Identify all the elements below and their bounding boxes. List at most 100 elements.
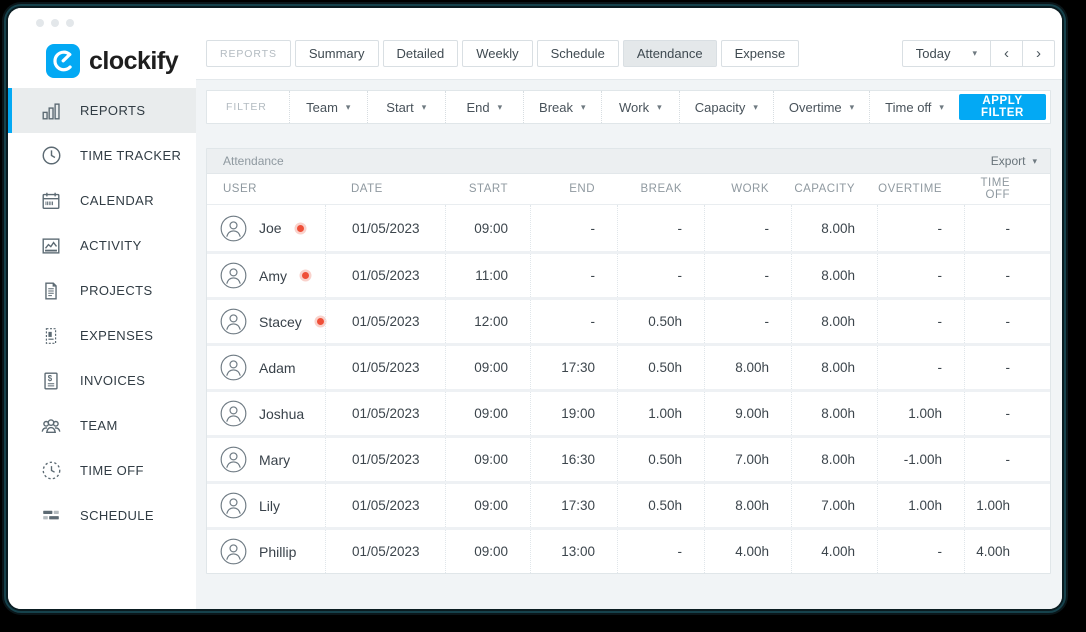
chevron-down-icon: ▾ (850, 102, 855, 113)
filter-capacity[interactable]: Capacity▾ (679, 91, 773, 123)
sidebar-item-expenses[interactable]: EXPENSES (8, 313, 196, 358)
chevron-down-icon: ▾ (657, 102, 662, 113)
sidebar-item-schedule[interactable]: SCHEDULE (8, 493, 196, 538)
time-off-cell: - (964, 392, 1050, 435)
user-cell: Mary (207, 438, 325, 481)
sidebar-nav: REPORTS TIME TRACKER CALENDAR ACTIVITY PROJE… (8, 88, 196, 538)
filter-end[interactable]: End▾ (445, 91, 523, 123)
schedule-bars-icon (39, 504, 63, 528)
tab-detailed[interactable]: Detailed (383, 40, 459, 67)
break-cell: - (617, 254, 704, 297)
apply-filter-button[interactable]: APPLY FILTER (959, 94, 1046, 120)
table-row: Joe01/05/202309:00---8.00h-- (207, 205, 1050, 251)
chevron-down-icon: ▾ (581, 102, 586, 113)
activity-chart-icon (39, 234, 63, 258)
tab-attendance[interactable]: Attendance (623, 40, 717, 67)
sidebar-item-projects[interactable]: PROJECTS (8, 268, 196, 313)
sidebar-item-activity[interactable]: ACTIVITY (8, 223, 196, 268)
date-range-button[interactable]: Today ▾ (903, 41, 990, 66)
work-cell: - (704, 254, 791, 297)
tab-summary[interactable]: Summary (295, 40, 379, 67)
column-header-work: WORK (704, 183, 791, 195)
end-cell: 13:00 (530, 530, 617, 573)
sidebar-item-label: TEAM (80, 418, 118, 433)
filter-work[interactable]: Work▾ (601, 91, 679, 123)
break-cell: - (617, 205, 704, 251)
work-cell: 7.00h (704, 438, 791, 481)
chevron-down-icon: ▾ (939, 102, 944, 113)
start-cell: 09:00 (445, 438, 530, 481)
start-cell: 12:00 (445, 300, 530, 343)
sidebar-item-label: ACTIVITY (80, 238, 142, 253)
filter-time-off[interactable]: Time off▾ (869, 91, 959, 123)
date-cell: 01/05/2023 (325, 346, 445, 389)
chevron-down-icon: ▾ (346, 102, 351, 113)
work-cell: 8.00h (704, 346, 791, 389)
calendar-icon (39, 189, 63, 213)
filter-label-text: Break (539, 100, 573, 115)
table-header-row: USERDATESTARTENDBREAKWORKCAPACITYOVERTIM… (207, 174, 1050, 205)
time-off-cell: 4.00h (964, 530, 1050, 573)
capacity-cell: 8.00h (791, 438, 877, 481)
capacity-cell: 8.00h (791, 205, 877, 251)
user-cell: Stacey (207, 300, 325, 343)
tab-weekly[interactable]: Weekly (462, 40, 532, 67)
end-cell: 17:30 (530, 484, 617, 527)
export-button[interactable]: Export ▾ (991, 154, 1037, 168)
next-period-button[interactable]: › (1022, 41, 1054, 66)
table-row: Mary01/05/202309:0016:300.50h7.00h8.00h-… (207, 435, 1050, 481)
filter-label-text: Start (386, 100, 413, 115)
capacity-cell: 4.00h (791, 530, 877, 573)
break-cell: 0.50h (617, 484, 704, 527)
filter-break[interactable]: Break ▾ (523, 91, 601, 123)
work-cell: - (704, 205, 791, 251)
user-avatar-icon (220, 262, 247, 289)
column-header-capacity: CAPACITY (791, 183, 877, 195)
capacity-cell: 8.00h (791, 254, 877, 297)
sidebar-item-label: INVOICES (80, 373, 145, 388)
sidebar-item-team[interactable]: TEAM (8, 403, 196, 448)
prev-period-button[interactable]: ‹ (990, 41, 1022, 66)
tab-expense[interactable]: Expense (721, 40, 800, 67)
sidebar-item-reports[interactable]: REPORTS (8, 88, 196, 133)
break-cell: 1.00h (617, 392, 704, 435)
invoice-icon: $ (39, 369, 63, 393)
filter-team[interactable]: Team▾ (289, 91, 367, 123)
window-control-dot (36, 19, 44, 27)
window-control-dot (51, 19, 59, 27)
report-title: Attendance (223, 154, 284, 168)
work-cell: 8.00h (704, 484, 791, 527)
sidebar-item-time-tracker[interactable]: TIME TRACKER (8, 133, 196, 178)
user-avatar-icon (220, 538, 247, 565)
sidebar-item-calendar[interactable]: CALENDAR (8, 178, 196, 223)
user-name: Adam (259, 360, 296, 376)
sidebar-item-label: TIME OFF (80, 463, 144, 478)
user-name: Amy (259, 268, 287, 284)
tab-schedule[interactable]: Schedule (537, 40, 619, 67)
break-cell: 0.50h (617, 300, 704, 343)
sidebar-item-invoices[interactable]: $ INVOICES (8, 358, 196, 403)
attendance-report-card: Attendance Export ▾ USERDATESTARTENDBREA… (206, 148, 1051, 574)
date-cell: 01/05/2023 (325, 300, 445, 343)
window-titlebar (8, 8, 1062, 38)
tracking-indicator-dot (317, 318, 324, 325)
overtime-cell: - (877, 530, 964, 573)
user-cell: Joshua (207, 392, 325, 435)
sidebar-item-label: SCHEDULE (80, 508, 154, 523)
filter-start[interactable]: Start▾ (367, 91, 445, 123)
tabs-section-label: REPORTS (206, 40, 291, 67)
user-cell: Amy (207, 254, 325, 297)
date-cell: 01/05/2023 (325, 484, 445, 527)
sidebar-item-time-off[interactable]: TIME OFF (8, 448, 196, 493)
filter-items: Team▾Start▾End▾Break▾Work▾Capacity▾Overt… (289, 91, 959, 123)
filter-label-text: Capacity (695, 100, 746, 115)
receipt-icon (39, 324, 63, 348)
overtime-cell: - (877, 346, 964, 389)
team-icon (39, 414, 63, 438)
sidebar: clockify REPORTSTIME TRACKERCALENDARACTI… (8, 38, 196, 609)
date-cell: 01/05/2023 (325, 530, 445, 573)
user-avatar-icon (220, 492, 247, 519)
filter-overtime[interactable]: Overtime▾ (773, 91, 869, 123)
table-row: Adam01/05/202309:0017:300.50h8.00h8.00h-… (207, 343, 1050, 389)
sidebar-item-label: TIME TRACKER (80, 148, 181, 163)
